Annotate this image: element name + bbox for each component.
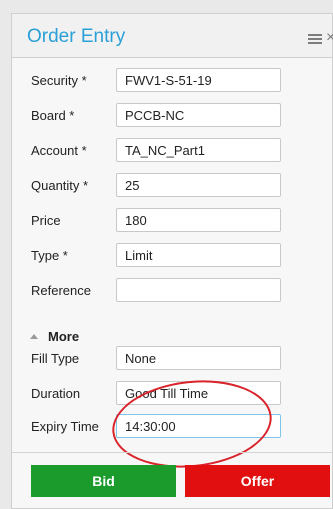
- expiry-time-input[interactable]: [116, 414, 281, 438]
- reference-row: Reference: [12, 278, 332, 302]
- type-select[interactable]: [116, 243, 281, 267]
- panel-header: Order Entry ×: [12, 14, 333, 58]
- account-row: Account *: [12, 138, 332, 162]
- close-icon[interactable]: ×: [326, 29, 333, 47]
- reference-input[interactable]: [116, 278, 281, 302]
- reference-label: Reference: [31, 283, 91, 298]
- board-label: Board *: [31, 108, 75, 123]
- price-input[interactable]: [116, 208, 281, 232]
- quantity-row: Quantity *: [12, 173, 332, 197]
- board-row: Board *: [12, 103, 332, 127]
- more-label: More: [48, 329, 80, 344]
- duration-label: Duration: [31, 386, 81, 401]
- price-row: Price: [12, 208, 332, 232]
- account-input[interactable]: [116, 138, 281, 162]
- fill-type-row: Fill Type: [12, 346, 332, 370]
- board-input[interactable]: [116, 103, 281, 127]
- account-label: Account *: [31, 143, 87, 158]
- caret-up-icon: [30, 334, 38, 339]
- expiry-time-label: Expiry Time: [31, 419, 99, 434]
- quantity-input[interactable]: [116, 173, 281, 197]
- footer-divider: [12, 452, 332, 453]
- security-row: Security *: [12, 68, 332, 92]
- fill-type-label: Fill Type: [31, 351, 80, 366]
- duration-select[interactable]: [116, 381, 281, 405]
- price-label: Price: [31, 213, 61, 228]
- security-input[interactable]: [116, 68, 281, 92]
- panel-title: Order Entry: [27, 26, 126, 47]
- expiry-time-row: Expiry Time: [12, 414, 332, 438]
- security-label: Security *: [31, 73, 87, 88]
- fill-type-select[interactable]: [116, 346, 281, 370]
- duration-row: Duration: [12, 381, 332, 405]
- type-row: Type *: [12, 243, 332, 267]
- type-label: Type *: [31, 248, 68, 263]
- menu-icon[interactable]: [308, 34, 322, 44]
- bid-button[interactable]: Bid: [31, 465, 176, 497]
- quantity-label: Quantity *: [31, 178, 89, 193]
- offer-button[interactable]: Offer: [185, 465, 330, 497]
- more-toggle[interactable]: More: [30, 329, 79, 344]
- order-entry-panel: Order Entry × Security * Board * Account…: [11, 13, 333, 509]
